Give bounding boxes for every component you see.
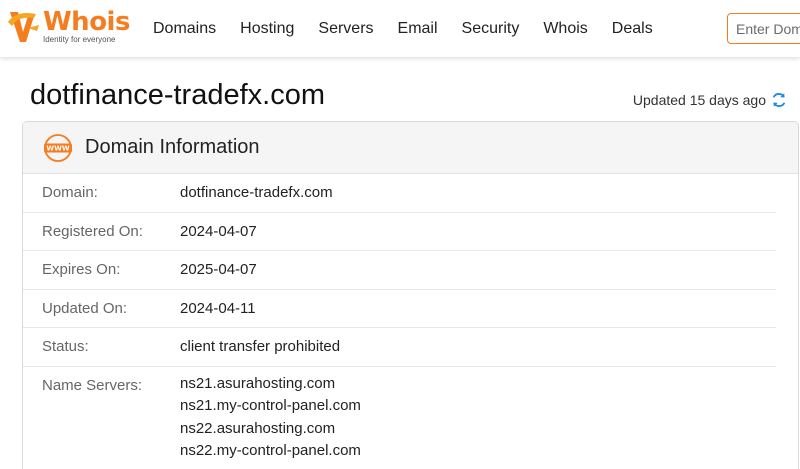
updated-text: Updated 15 days ago [632, 92, 766, 108]
row-value: 2024-04-07 [180, 222, 257, 240]
info-row-registered-on: Registered On: 2024-04-07 [23, 213, 776, 252]
nav-whois[interactable]: Whois [543, 20, 587, 38]
name-server: ns21.asurahosting.com [180, 374, 336, 392]
info-row-updated-on: Updated On: 2024-04-11 [23, 290, 776, 329]
nav-domains[interactable]: Domains [153, 20, 216, 38]
name-server-list: ns21.asurahosting.com ns21.my-control-pa… [180, 363, 361, 463]
updated-status: Updated 15 days ago [633, 91, 788, 109]
row-value: client transfer prohibited [180, 338, 341, 356]
panel-title: Domain Information [85, 136, 260, 158]
row-value: 2025-04-07 [180, 261, 257, 279]
nav-email[interactable]: Email [398, 20, 438, 38]
svg-text:WWW: WWW [46, 144, 69, 152]
nav-servers[interactable]: Servers [318, 20, 373, 38]
name-server: ns22.my-control-panel.com [180, 442, 361, 460]
row-label: Status: [42, 338, 89, 356]
info-row-name-servers: Name Servers: ns21.asurahosting.com ns21… [23, 367, 776, 463]
domain-info-rows: Domain: dotfinance-tradefx.com Registere… [23, 174, 798, 463]
row-label: Expires On: [42, 261, 121, 279]
nav-hosting[interactable]: Hosting [240, 20, 294, 38]
domain-search-input[interactable] [727, 13, 800, 44]
row-label: Domain: [42, 184, 98, 201]
nav-deals[interactable]: Deals [612, 20, 653, 38]
domain-information-panel: WWW Domain Information Domain: dotfinanc… [22, 121, 799, 469]
name-server: ns22.asurahosting.com [180, 419, 336, 437]
row-value: dotfinance-tradefx.com [180, 184, 333, 201]
info-row-domain: Domain: dotfinance-tradefx.com [23, 174, 776, 213]
logo-tagline: Identity for everyone [43, 35, 116, 44]
top-navbar: Whois Identity for everyone Domains Host… [0, 0, 800, 57]
whois-logo[interactable]: Whois Identity for everyone [6, 8, 130, 48]
name-server: ns21.my-control-panel.com [180, 397, 361, 415]
page-title: dotfinance-tradefx.com [30, 79, 325, 111]
main-nav: Domains Hosting Servers Email Security W… [153, 0, 677, 57]
refresh-icon[interactable] [770, 91, 788, 109]
whois-logo-icon [8, 12, 39, 42]
row-label: Updated On: [42, 299, 128, 317]
nav-security[interactable]: Security [462, 20, 520, 38]
info-row-status: Status: client transfer prohibited [23, 328, 776, 367]
logo-wordmark: Whois [43, 7, 130, 37]
row-value: 2024-04-11 [180, 299, 256, 317]
panel-header: WWW Domain Information [23, 122, 798, 174]
www-icon: WWW [44, 133, 72, 162]
row-label: Registered On: [42, 222, 143, 240]
row-label: Name Servers: [42, 376, 143, 394]
info-row-expires-on: Expires On: 2025-04-07 [23, 251, 776, 290]
